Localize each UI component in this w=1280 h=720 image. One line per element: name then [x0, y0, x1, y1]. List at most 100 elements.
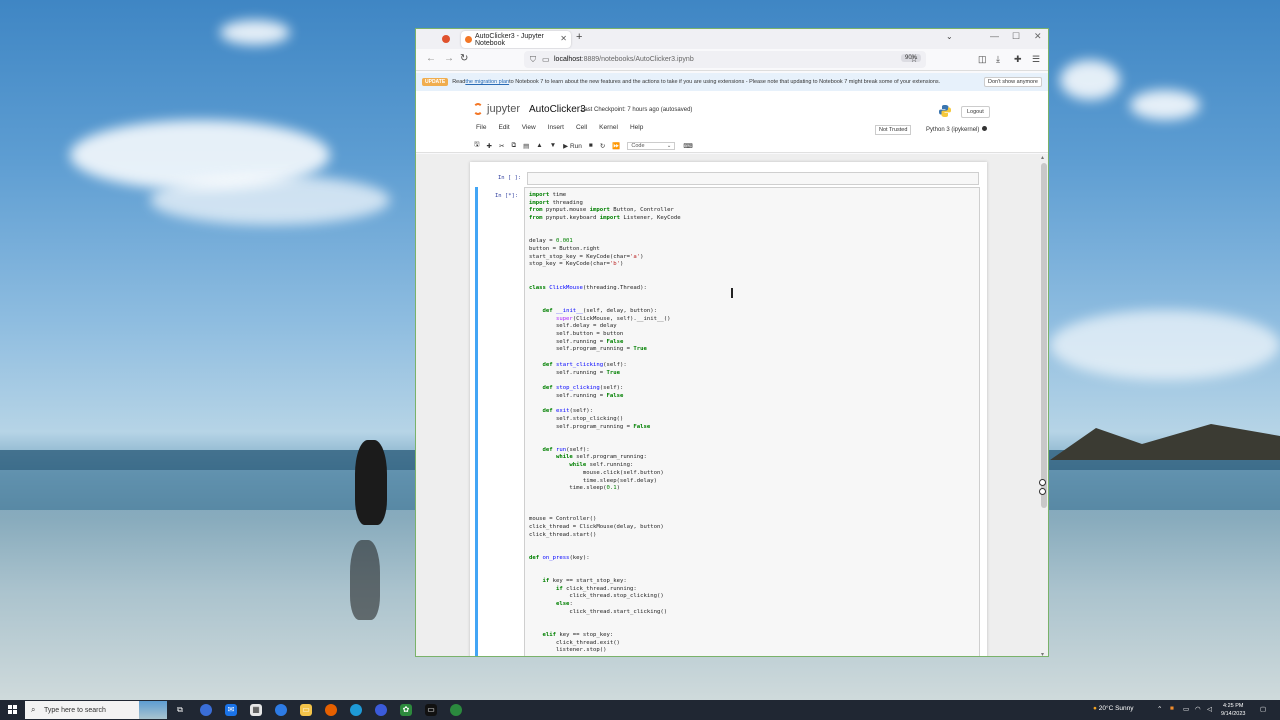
app-icon[interactable] [275, 704, 287, 716]
edge-icon[interactable] [350, 704, 362, 716]
paste-icon[interactable]: ▤ [523, 142, 529, 150]
list-tabs-icon[interactable]: ⌄ [946, 32, 953, 41]
taskbar-search[interactable]: ⌕ Type here to search [25, 701, 167, 719]
address-bar[interactable]: ⛉ ▭ localhost:8889/notebooks/AutoClicker… [524, 51, 926, 68]
firefox-view-icon[interactable] [442, 35, 450, 43]
python-logo-icon [939, 105, 951, 117]
banner-text-before: Read [452, 79, 466, 85]
notifications-icon[interactable]: ▢ [1260, 705, 1266, 713]
side-widget[interactable] [1039, 479, 1047, 497]
search-highlight-image [139, 701, 167, 719]
cell-type-value: Code [631, 142, 645, 149]
minimize-icon[interactable]: — [990, 31, 999, 41]
chrome-icon[interactable] [200, 704, 212, 716]
maximize-icon[interactable]: ☐ [1012, 31, 1020, 42]
text-cursor-icon [731, 288, 733, 298]
cell-prompt: In [ ]: [498, 175, 522, 181]
kernel-indicator[interactable]: Python 3 (ipykernel) [926, 126, 988, 133]
move-down-icon[interactable]: ▼ [550, 142, 556, 149]
close-window-icon[interactable]: ✕ [1034, 31, 1042, 42]
menu-kernel[interactable]: Kernel [599, 124, 618, 131]
windows-start-icon[interactable] [8, 705, 18, 715]
clock-time: 4:25 PM [1222, 703, 1244, 709]
menu-icon[interactable]: ☰ [1032, 54, 1040, 65]
widget-close-icon[interactable] [1039, 479, 1046, 486]
extensions-icon[interactable]: ✚ [1014, 54, 1022, 65]
downloads-icon[interactable]: ⤓ [996, 54, 1000, 65]
tab-title: AutoClicker3 - Jupyter Notebook [475, 32, 544, 47]
pocket-icon[interactable]: ◫ [978, 54, 987, 65]
update-badge: UPDATE [422, 78, 449, 86]
mail-icon[interactable]: ✉ [225, 704, 237, 716]
new-tab-button[interactable]: + [576, 31, 582, 43]
migration-plan-link[interactable]: the migration plan [465, 79, 509, 85]
app-icon-3[interactable]: ✿ [400, 704, 412, 716]
clock-date: 9/14/2023 [1221, 711, 1246, 717]
cell-type-select[interactable]: Code ⌄ [627, 141, 676, 150]
firefox-icon[interactable] [325, 704, 337, 716]
menu-insert[interactable]: Insert [548, 124, 564, 131]
page-scrollbar[interactable]: ▴ ▾ [1040, 154, 1048, 656]
run-button[interactable]: ▶ Run [563, 142, 582, 150]
url-host: localhost [554, 56, 582, 63]
notebook-name[interactable]: AutoClicker3 [529, 104, 586, 115]
volume-icon[interactable]: ◁ [1207, 705, 1212, 713]
menu-cell[interactable]: Cell [576, 124, 587, 131]
menu-file[interactable]: File [476, 124, 486, 131]
file-explorer-icon[interactable]: ▭ [300, 704, 312, 716]
trust-button[interactable]: Not Trusted [875, 125, 912, 135]
logout-button[interactable]: Logout [961, 106, 990, 118]
cut-icon[interactable]: ✂ [499, 142, 504, 150]
notebook-area: In [ ]: In [*]: import time import threa… [416, 154, 1040, 656]
reload-icon[interactable]: ↻ [460, 53, 468, 64]
cell-input[interactable] [527, 172, 979, 185]
clock[interactable]: 4:25 PM 9/14/2023 [1221, 702, 1245, 718]
app-icon-4[interactable] [450, 704, 462, 716]
task-view-icon[interactable]: ⧉ [174, 704, 186, 716]
restart-icon[interactable]: ↻ [600, 142, 605, 150]
forward-icon[interactable]: → [444, 53, 454, 64]
scroll-thumb[interactable] [1041, 163, 1047, 508]
back-icon[interactable]: ← [426, 53, 436, 64]
store-icon[interactable]: ▦ [250, 704, 262, 716]
menu-bar: File Edit View Insert Cell Kernel Help [476, 124, 655, 131]
app-icon-2[interactable] [375, 704, 387, 716]
network-icon[interactable]: ▭ [1183, 705, 1189, 713]
jupyter-favicon-icon [465, 36, 472, 43]
menu-edit[interactable]: Edit [498, 124, 509, 131]
page-info-icon[interactable]: ▭ [542, 55, 550, 64]
menu-help[interactable]: Help [630, 124, 643, 131]
scroll-up-icon[interactable]: ▴ [1041, 154, 1044, 161]
command-palette-icon[interactable]: ⌨ [683, 142, 692, 150]
dont-show-button[interactable]: Don't show anymore [984, 77, 1042, 87]
jupyter-logo[interactable]: jupyter [473, 103, 520, 115]
insert-cell-icon[interactable]: ✚ [487, 142, 492, 150]
wifi-icon[interactable]: ◠ [1195, 705, 1201, 713]
move-up-icon[interactable]: ▲ [536, 142, 542, 149]
restart-run-all-icon[interactable]: ⏩ [612, 142, 620, 150]
chevron-down-icon: ⌄ [666, 142, 672, 149]
taskbar: ⌕ Type here to search ⧉ ✉ ▦ ▭ ✿ ▭ ● 20°C… [0, 700, 1280, 720]
tray-chevron-icon[interactable]: ⌃ [1157, 705, 1162, 713]
close-tab-icon[interactable]: ✕ [560, 34, 567, 43]
terminal-icon[interactable]: ▭ [425, 704, 437, 716]
copy-icon[interactable]: ⧉ [511, 142, 516, 150]
jupyter-logo-icon [473, 103, 483, 115]
scroll-down-icon[interactable]: ▾ [1041, 651, 1044, 656]
bookmark-star-icon[interactable]: ☆ [910, 54, 918, 65]
code-cell-empty[interactable]: In [ ]: [476, 170, 981, 185]
kernel-busy-icon [982, 126, 988, 131]
shield-icon[interactable]: ⛉ [530, 55, 536, 65]
tray-app-icon[interactable]: ■ [1170, 705, 1174, 712]
kernel-name: Python 3 (ipykernel) [926, 127, 980, 133]
cell-input[interactable]: import time import threading from pynput… [524, 187, 980, 656]
save-icon[interactable]: 🖫 [474, 140, 480, 151]
tab-autoclicker3[interactable]: AutoClicker3 - Jupyter Notebook ✕ [461, 31, 571, 48]
stop-icon[interactable]: ■ [589, 142, 593, 149]
browser-window: AutoClicker3 - Jupyter Notebook ✕ + ⌄ — … [415, 28, 1049, 657]
weather-widget[interactable]: ● 20°C Sunny [1093, 705, 1134, 712]
code-cell-running[interactable]: In [*]: import time import threading fro… [475, 187, 982, 656]
tab-strip: AutoClicker3 - Jupyter Notebook ✕ + ⌄ — … [416, 29, 1048, 49]
widget-toggle-icon[interactable] [1039, 488, 1046, 495]
menu-view[interactable]: View [522, 124, 536, 131]
